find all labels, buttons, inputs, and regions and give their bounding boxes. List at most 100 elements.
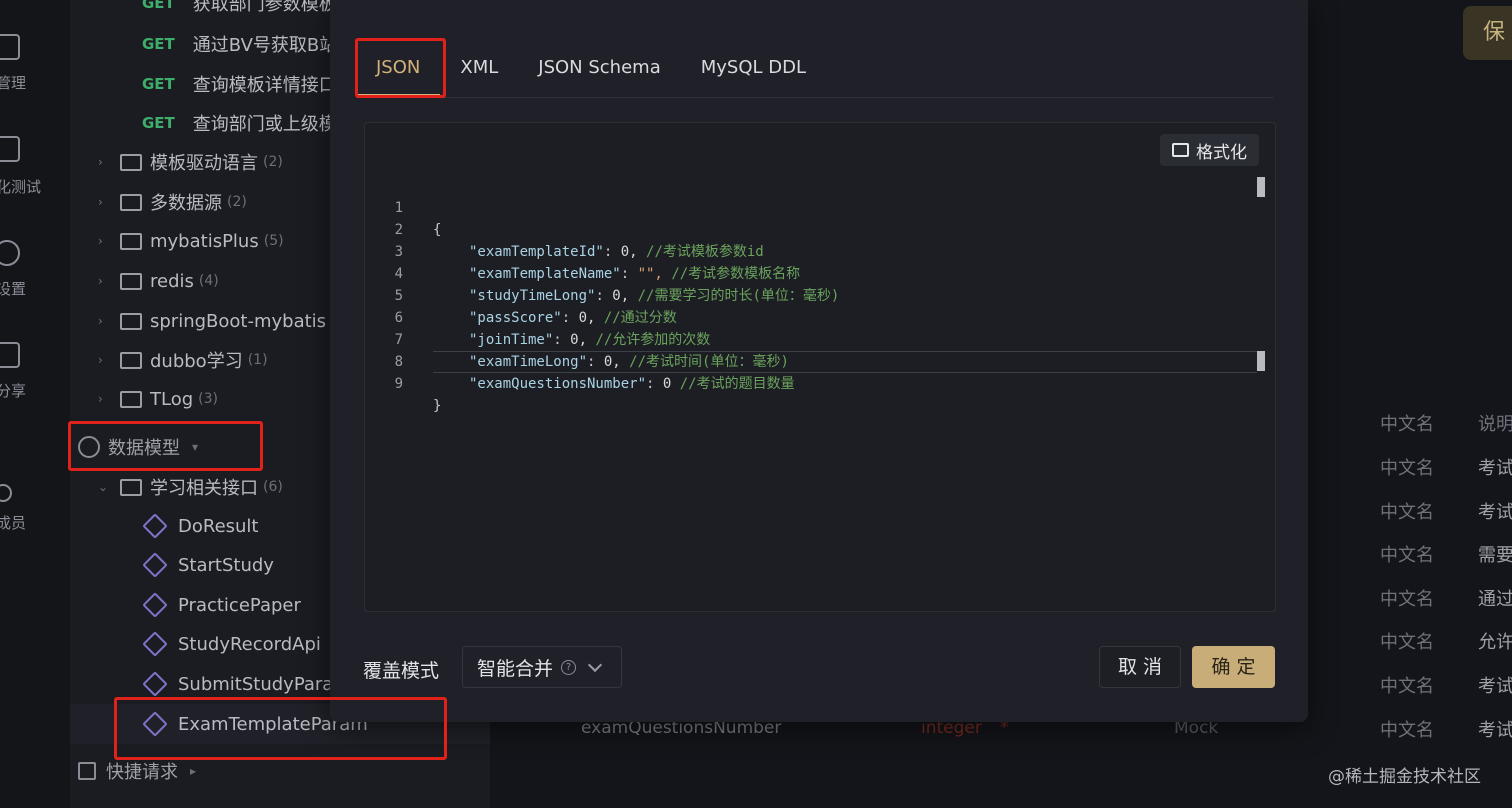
row-desc-cell: 允许: [1478, 632, 1512, 653]
override-mode-select[interactable]: 智能合并 ?: [462, 646, 622, 688]
caret-down-icon: ▾: [192, 440, 199, 454]
folder-icon: [120, 312, 142, 330]
nav-item-label: 设置: [0, 280, 27, 298]
row-cn-cell: 中文名: [1380, 502, 1434, 523]
model-cube-icon: [142, 552, 168, 578]
tree-folder-open[interactable]: ⌄ 学习相关接口 (6): [98, 470, 283, 504]
tab-json-schema[interactable]: JSON Schema: [518, 40, 680, 96]
confirm-button[interactable]: 确 定: [1192, 646, 1275, 688]
code-line: 7 "examTimeLong": 0, //考试时间(单位：毫秒): [365, 307, 1273, 370]
tree-folder[interactable]: › 模板驱动语言 (2): [98, 145, 283, 179]
folder-count: (1): [247, 352, 268, 368]
cancel-button[interactable]: 取 消: [1099, 646, 1181, 688]
folder-icon: [120, 232, 142, 250]
tree-folder[interactable]: › mybatisPlus (5): [98, 224, 284, 258]
folder-count: (3): [198, 391, 218, 407]
code-line: 3 "examTemplateName": "", //考试参数模板名称: [365, 219, 1273, 282]
section-data-model[interactable]: 数据模型 ▾: [78, 430, 198, 464]
gear-icon: [0, 240, 20, 266]
column-header-desc: 说明: [1478, 414, 1512, 435]
tree-folder[interactable]: › TLog (3): [98, 382, 218, 416]
share-icon: [0, 342, 20, 368]
tree-model-item[interactable]: DoResult: [142, 509, 259, 543]
chevron-right-icon: ›: [98, 274, 103, 288]
row-desc-cell: 考试: [1478, 502, 1512, 523]
code-brace: }: [433, 398, 442, 414]
tree-folder[interactable]: › 多数据源 (2): [98, 185, 247, 219]
model-label: DoResult: [178, 515, 259, 537]
override-mode-label: 覆盖模式: [363, 660, 440, 682]
model-cube-icon: [142, 671, 168, 697]
get-method-badge: GET: [142, 0, 175, 12]
tab-mysql-ddl[interactable]: MySQL DDL: [681, 40, 826, 96]
tree-api-item[interactable]: GET 通过BV号获取B站: [142, 27, 337, 61]
folder-count: (6): [263, 479, 283, 495]
section-quick-request[interactable]: 快捷请求 ▸: [78, 754, 196, 788]
tab-divider: [356, 97, 1274, 98]
api-item-label: 通过BV号获取B站: [192, 35, 338, 56]
folder-icon: [120, 390, 142, 408]
scrollbar-thumb-bottom[interactable]: [1257, 351, 1265, 371]
code-line: 1 {: [365, 175, 1273, 238]
folder-open-icon: [120, 478, 142, 496]
format-icon: [1172, 143, 1189, 157]
row-desc-cell: 考试: [1478, 720, 1512, 741]
override-mode-value: 智能合并: [477, 657, 554, 680]
folder-label: TLog: [150, 388, 194, 410]
api-item-label: 查询部门或上级模: [192, 114, 337, 135]
tree-folder[interactable]: › springBoot-mybatis (5: [98, 304, 345, 338]
scrollbar-thumb-top[interactable]: [1257, 177, 1265, 197]
folder-label: 多数据源: [150, 193, 222, 214]
data-model-icon: [78, 436, 100, 458]
code-line: 5 "passScore": 0, //通过分数: [365, 263, 1273, 326]
tree-model-item[interactable]: PracticePaper: [142, 588, 301, 622]
get-method-badge: GET: [142, 35, 175, 53]
chevron-right-icon: ›: [98, 314, 103, 328]
tree-folder[interactable]: › redis (4): [98, 264, 219, 298]
folder-label: 模板驱动语言: [150, 153, 258, 174]
tab-xml[interactable]: XML: [440, 40, 518, 96]
row-desc-cell: 需要: [1478, 545, 1512, 566]
tree-model-item[interactable]: StartStudy: [142, 548, 274, 582]
tree-api-item[interactable]: GET 获取部门参数模板: [142, 0, 337, 20]
section-label: 数据模型: [108, 438, 180, 459]
folder-icon: [120, 272, 142, 290]
model-cube-icon: [142, 592, 168, 618]
line-number: 9: [394, 376, 403, 392]
test-icon: [0, 136, 20, 162]
tree-api-item[interactable]: GET 查询模板详情接口: [142, 67, 337, 101]
folder-count: (2): [227, 194, 247, 210]
tree-folder[interactable]: › dubbo学习 (1): [98, 343, 268, 377]
code-editor[interactable]: 格式化 1 { 2 "examTemplateId": 0, //考试模板参数i…: [364, 122, 1276, 612]
nav-item-label: 管理: [0, 74, 27, 92]
quick-request-icon: [78, 762, 96, 780]
model-cube-icon: [142, 513, 168, 539]
nav-item-label: 分享: [0, 382, 27, 400]
help-icon[interactable]: ?: [561, 659, 577, 675]
column-header-cn: 中文名: [1380, 414, 1434, 435]
model-cube-icon: [142, 631, 168, 657]
section-label: 快捷请求: [106, 762, 178, 783]
row-cn-cell: 中文名: [1380, 720, 1434, 741]
tree-model-item[interactable]: SubmitStudyParam: [142, 667, 351, 701]
tree-api-item[interactable]: GET 查询部门或上级模: [142, 106, 337, 140]
save-button[interactable]: 保: [1463, 6, 1512, 60]
code-area[interactable]: 1 { 2 "examTemplateId": 0, //考试模板参数id 3 …: [365, 175, 1273, 414]
row-desc-cell: 考试: [1478, 676, 1512, 697]
calendar-icon: [0, 34, 20, 60]
nav-item-label: 成员: [0, 514, 27, 532]
format-button[interactable]: 格式化: [1160, 134, 1259, 166]
model-label: PracticePaper: [178, 594, 301, 616]
code-comment: //考试的题目数量: [679, 376, 795, 392]
model-cube-icon: [142, 711, 168, 737]
folder-label: redis: [150, 270, 194, 292]
folder-count: (4): [198, 273, 219, 289]
chevron-right-icon: ›: [98, 155, 103, 169]
format-tabs: JSON XML JSON Schema MySQL DDL: [356, 40, 826, 96]
tree-model-item[interactable]: StudyRecordApi: [142, 627, 321, 661]
code-line: 9 }: [365, 351, 1273, 414]
api-item-label: 查询模板详情接口: [192, 75, 337, 96]
folder-label: dubbo学习: [150, 351, 243, 372]
tab-json[interactable]: JSON: [356, 40, 441, 96]
chevron-right-icon: ›: [98, 353, 103, 367]
